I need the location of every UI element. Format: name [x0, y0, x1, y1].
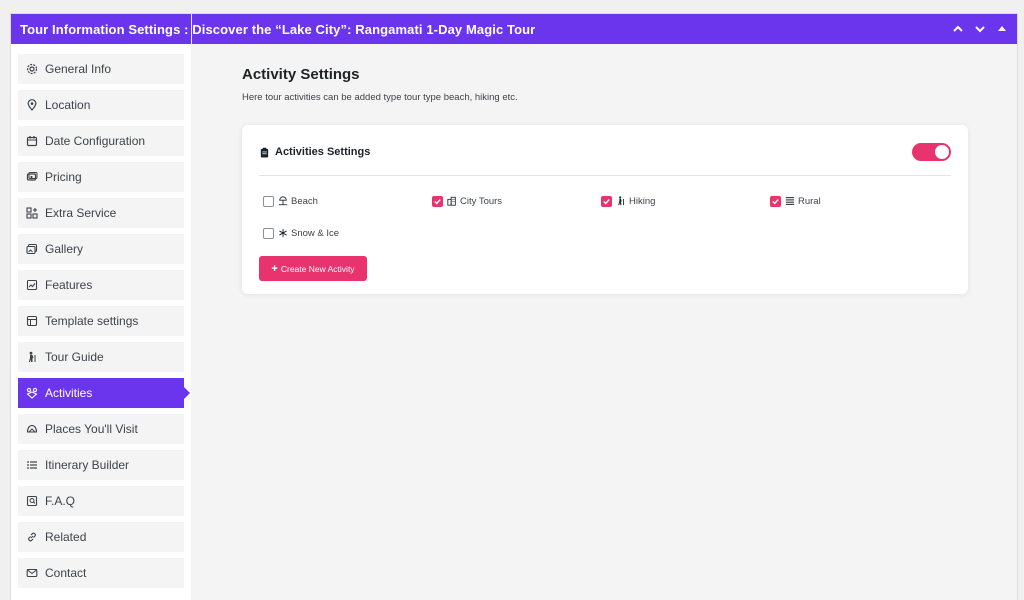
sidebar-item-label: Activities — [45, 386, 93, 400]
activity-option[interactable]: City Tours — [432, 192, 601, 210]
card-header: Activities Settings — [259, 141, 951, 176]
settings-sidebar: General Info Location Date Configuration Pr… — [11, 44, 191, 600]
activity-label: Beach — [291, 195, 318, 207]
sidebar-item-template-settings[interactable]: Template settings — [18, 306, 184, 336]
rural-icon — [785, 196, 795, 206]
checkbox[interactable] — [263, 195, 274, 207]
sidebar-item-pricing[interactable]: Pricing — [18, 162, 184, 192]
checkbox-checked[interactable] — [601, 195, 612, 207]
page-title: Activity Settings — [242, 66, 360, 83]
sidebar-item-label: Features — [45, 278, 93, 292]
clipboard-icon — [259, 147, 270, 158]
sidebar-item-date-configuration[interactable]: Date Configuration — [18, 126, 184, 156]
gear-icon — [26, 63, 38, 75]
sidebar-item-label: Tour Guide — [45, 350, 104, 364]
tour-settings-panel: Tour Information Settings : Discover the… — [10, 13, 1018, 600]
sidebar-item-location[interactable]: Location — [18, 90, 184, 120]
card-title: Activities Settings — [259, 146, 370, 158]
triangle-up-icon[interactable] — [995, 22, 1009, 36]
sidebar-item-related[interactable]: Related — [18, 522, 184, 552]
mail-icon — [26, 567, 38, 579]
card-title-text: Activities Settings — [275, 146, 371, 158]
sidebar-item-f-a-q[interactable]: F.A.Q — [18, 486, 184, 516]
sidebar-item-label: Location — [45, 98, 91, 112]
header-controls — [951, 22, 1009, 36]
person-icon — [26, 351, 38, 363]
activities-toggle[interactable] — [912, 143, 951, 161]
activities-icon — [26, 387, 38, 399]
sidebar-item-itinerary-builder[interactable]: Itinerary Builder — [18, 450, 184, 480]
checkbox-checked[interactable] — [432, 195, 443, 207]
sidebar-item-features[interactable]: Features — [18, 270, 184, 300]
sidebar-item-label: Template settings — [45, 314, 139, 328]
sidebar-item-activities[interactable]: Activities — [18, 378, 190, 408]
activity-label: City Tours — [460, 195, 503, 207]
activity-label: Hiking — [629, 195, 656, 207]
sidebar-item-label: Contact — [45, 566, 87, 580]
sidebar-item-label: Itinerary Builder — [45, 458, 130, 472]
create-activity-button[interactable]: + Create New Activity — [259, 256, 367, 281]
beach-icon — [278, 196, 288, 206]
sidebar-item-places-you-ll-visit[interactable]: Places You'll Visit — [18, 414, 184, 444]
sidebar-item-label: Extra Service — [45, 206, 117, 220]
features-icon — [26, 279, 38, 291]
sidebar-item-contact[interactable]: Contact — [18, 558, 184, 588]
chevron-up-icon[interactable] — [951, 22, 965, 36]
activities-list: Beach City Tours Hiking Rural Snow & Ice — [259, 176, 951, 242]
link-icon — [26, 531, 38, 543]
sidebar-item-label: Pricing — [45, 170, 82, 184]
sidebar-item-general-info[interactable]: General Info — [18, 54, 184, 84]
sidebar-item-label: General Info — [45, 62, 112, 76]
page-description: Here tour activities can be added type t… — [242, 92, 518, 103]
price-tag-icon — [26, 171, 38, 183]
snow-icon — [278, 228, 288, 238]
activity-option[interactable]: Rural — [770, 192, 939, 210]
sidebar-item-label: F.A.Q — [45, 494, 76, 508]
sidebar-item-tour-guide[interactable]: Tour Guide — [18, 342, 184, 372]
sidebar-item-label: Gallery — [45, 242, 84, 256]
map-pin-icon — [26, 99, 38, 111]
calendar-icon — [26, 135, 38, 147]
template-icon — [26, 315, 38, 327]
sidebar-item-label: Places You'll Visit — [45, 422, 138, 436]
activity-label: Rural — [798, 195, 821, 207]
activity-option[interactable]: Beach — [263, 192, 432, 210]
create-activity-label: Create New Activity — [280, 263, 355, 274]
gallery-icon — [26, 243, 38, 255]
plus-icon: + — [271, 262, 278, 275]
sidebar-item-label: Related — [45, 530, 87, 544]
activity-option[interactable]: Hiking — [601, 192, 770, 210]
activity-label: Snow & Ice — [291, 227, 340, 239]
checkbox-checked[interactable] — [770, 195, 781, 207]
panel-title: Tour Information Settings : Discover the… — [20, 21, 536, 37]
list-icon — [26, 459, 38, 471]
city-icon — [447, 196, 457, 206]
sidebar-item-extra-service[interactable]: Extra Service — [18, 198, 184, 228]
activity-option[interactable]: Snow & Ice — [263, 224, 432, 242]
grid-plus-icon — [26, 207, 38, 219]
chevron-down-icon[interactable] — [973, 22, 987, 36]
hiking-icon — [616, 196, 626, 206]
panel-header: Tour Information Settings : Discover the… — [11, 14, 1017, 44]
faq-icon — [26, 495, 38, 507]
sidebar-item-label: Date Configuration — [45, 134, 146, 148]
activities-card: Activities Settings Beach City Tours Hikin… — [242, 125, 968, 294]
places-icon — [26, 423, 38, 435]
main-content: Activity Settings Here tour activities c… — [191, 44, 1017, 600]
checkbox[interactable] — [263, 227, 274, 239]
sidebar-item-gallery[interactable]: Gallery — [18, 234, 184, 264]
